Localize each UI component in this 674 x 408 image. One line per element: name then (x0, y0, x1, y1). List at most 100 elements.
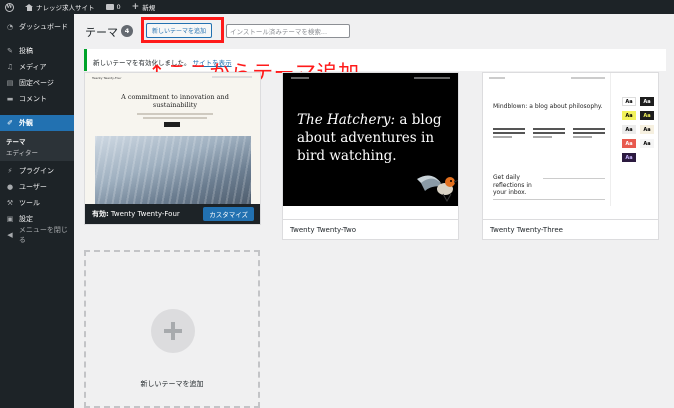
preview-column (573, 128, 605, 140)
preview-headline: The Hatchery: a blog about adventures in… (297, 111, 458, 166)
theme-name: Twenty Twenty-Four (110, 210, 180, 218)
theme-screenshot[interactable]: The Hatchery: a blog about adventures in… (283, 73, 458, 206)
sidebar-item-plugins[interactable]: ⚡ プラグイン (0, 163, 74, 179)
style-swatch: Aa (640, 139, 654, 148)
style-swatch: Aa (622, 139, 636, 148)
new-label: 新規 (142, 4, 156, 12)
style-swatch: Aa (622, 153, 636, 162)
sidebar-item-label: コメント (19, 95, 47, 103)
theme-card-twenty-twenty-two[interactable]: The Hatchery: a blog about adventures in… (282, 72, 459, 240)
wordpress-icon: W (5, 2, 14, 12)
page-icon: ▤ (6, 78, 14, 87)
sidebar-item-label: ツール (19, 199, 40, 207)
theme-count-badge: 4 (121, 25, 133, 37)
comment-icon: ▬ (6, 94, 14, 103)
divider (493, 199, 605, 200)
style-swatch: Aa (622, 111, 636, 120)
style-swatch: Aa (640, 97, 654, 106)
comments-link[interactable]: 0 (101, 0, 127, 14)
highlight-box (141, 17, 224, 43)
preview-headline: A commitment to innovation and sustainab… (121, 93, 229, 110)
theme-search-input[interactable]: インストール済みテーマを検索... (226, 24, 350, 38)
sidebar-item-label: 設定 (19, 215, 33, 223)
submenu-item-themes[interactable]: テーマ (0, 135, 74, 146)
theme-card-twenty-twenty-three[interactable]: Mindblown: a blog about philosophy. Get … (482, 72, 659, 240)
style-swatch: Aa (640, 111, 654, 120)
plus-icon: + (131, 1, 140, 12)
plugin-icon: ⚡ (7, 166, 13, 175)
preview-text-line (137, 113, 213, 115)
mini-nav (571, 77, 605, 79)
mini-nav (414, 77, 450, 79)
sidebar-item-label: 外観 (19, 119, 33, 127)
theme-name-bar: Twenty Twenty-Three (483, 219, 658, 239)
sidebar-item-posts[interactable]: ✎ 投稿 (0, 43, 74, 59)
sidebar-item-media[interactable]: ♫ メディア (0, 59, 74, 75)
add-new-theme-label: 新しいテーマを追加 (140, 380, 204, 388)
submenu-item-editor[interactable]: エディター (0, 146, 74, 157)
sidebar-item-pages[interactable]: ▤ 固定ページ (0, 75, 74, 91)
sidebar-item-label: プラグイン (19, 167, 54, 175)
preview-button (164, 122, 180, 127)
theme-name: Twenty Twenty-Two (290, 225, 357, 234)
style-variations-panel: Aa Aa Aa Aa Aa Aa Aa Aa Aa (612, 73, 658, 206)
plus-icon (151, 309, 195, 353)
admin-bar: W ナレッジ求人サイト 0 + 新規 (0, 0, 674, 14)
main-content: テーマ 4 新しいテーマを追加 インストール済みテーマを検索... 新しいテーマ… (74, 14, 674, 408)
sidebar-item-label: メニューを閉じる (18, 226, 68, 244)
settings-icon: ▣ (6, 214, 14, 223)
theme-name-bar: 有効: Twenty Twenty-Four カスタマイズ (85, 204, 260, 224)
theme-name-bar: Twenty Twenty-Two (283, 219, 458, 239)
new-content-link[interactable]: + 新規 (127, 0, 162, 14)
page-title: テーマ (85, 26, 118, 39)
wrench-icon: ⚒ (6, 198, 14, 207)
sidebar-item-label: ユーザー (19, 183, 47, 191)
user-icon: ● (6, 182, 14, 191)
preview-column (493, 128, 525, 140)
customize-button[interactable]: カスタマイズ (203, 207, 254, 221)
mini-site-title: Twenty Twenty-Four (92, 76, 122, 80)
appearance-submenu: テーマ エディター (0, 131, 74, 161)
preview-headline: Mindblown: a blog about philosophy. (493, 103, 603, 110)
preview-columns (493, 128, 605, 140)
preview-column (533, 128, 565, 140)
sidebar-item-tools[interactable]: ⚒ ツール (0, 195, 74, 211)
theme-screenshot[interactable]: Twenty Twenty-Four A commitment to innov… (85, 73, 260, 206)
sidebar-item-appearance[interactable]: ✐ 外観 (0, 115, 74, 131)
home-icon (25, 3, 33, 11)
comment-icon (105, 4, 114, 10)
sidebar-item-label: 投稿 (19, 47, 33, 55)
mini-nav (212, 76, 252, 78)
sidebar-item-comments[interactable]: ▬ コメント (0, 91, 74, 107)
mini-site-title (489, 77, 505, 79)
preview-main: Mindblown: a blog about philosophy. Get … (483, 73, 611, 206)
media-icon: ♫ (6, 62, 14, 71)
collapse-icon: ◀ (7, 230, 13, 239)
sidebar-item-label: メディア (19, 63, 47, 71)
theme-screenshot[interactable]: Mindblown: a blog about philosophy. Get … (483, 73, 658, 206)
sidebar-item-label: 固定ページ (19, 79, 54, 87)
admin-sidebar: ◔ ダッシュボード ✎ 投稿 ♫ メディア ▤ 固定ページ ▬ コメント ✐ 外… (0, 14, 74, 408)
wp-logo-menu[interactable]: W (0, 0, 20, 14)
style-swatch: Aa (622, 125, 636, 134)
pin-icon: ✎ (7, 46, 13, 55)
comments-count: 0 (116, 3, 121, 11)
site-name: ナレッジ求人サイト (36, 4, 95, 12)
style-swatch: Aa (640, 125, 654, 134)
site-name-link[interactable]: ナレッジ求人サイト (20, 0, 101, 14)
bird-illustration (417, 175, 458, 203)
collapse-menu-button[interactable]: ◀ メニューを閉じる (0, 226, 74, 244)
sidebar-item-label: ダッシュボード (19, 23, 68, 31)
active-prefix: 有効: (92, 210, 109, 218)
add-new-theme-card[interactable]: 新しいテーマを追加 (84, 250, 260, 408)
sidebar-item-dashboard[interactable]: ◔ ダッシュボード (0, 19, 74, 35)
building-image (95, 136, 251, 206)
mini-nav (291, 77, 309, 79)
theme-name: Twenty Twenty-Three (490, 225, 563, 234)
sidebar-item-users[interactable]: ● ユーザー (0, 179, 74, 195)
preview-headline-em: The Hatchery: (297, 112, 396, 128)
theme-card-twenty-twenty-four[interactable]: Twenty Twenty-Four A commitment to innov… (84, 72, 261, 225)
preview-cta: Get daily reflections in your inbox. (493, 174, 543, 197)
preview-text-line (143, 117, 207, 119)
dashboard-icon: ◔ (6, 22, 14, 31)
